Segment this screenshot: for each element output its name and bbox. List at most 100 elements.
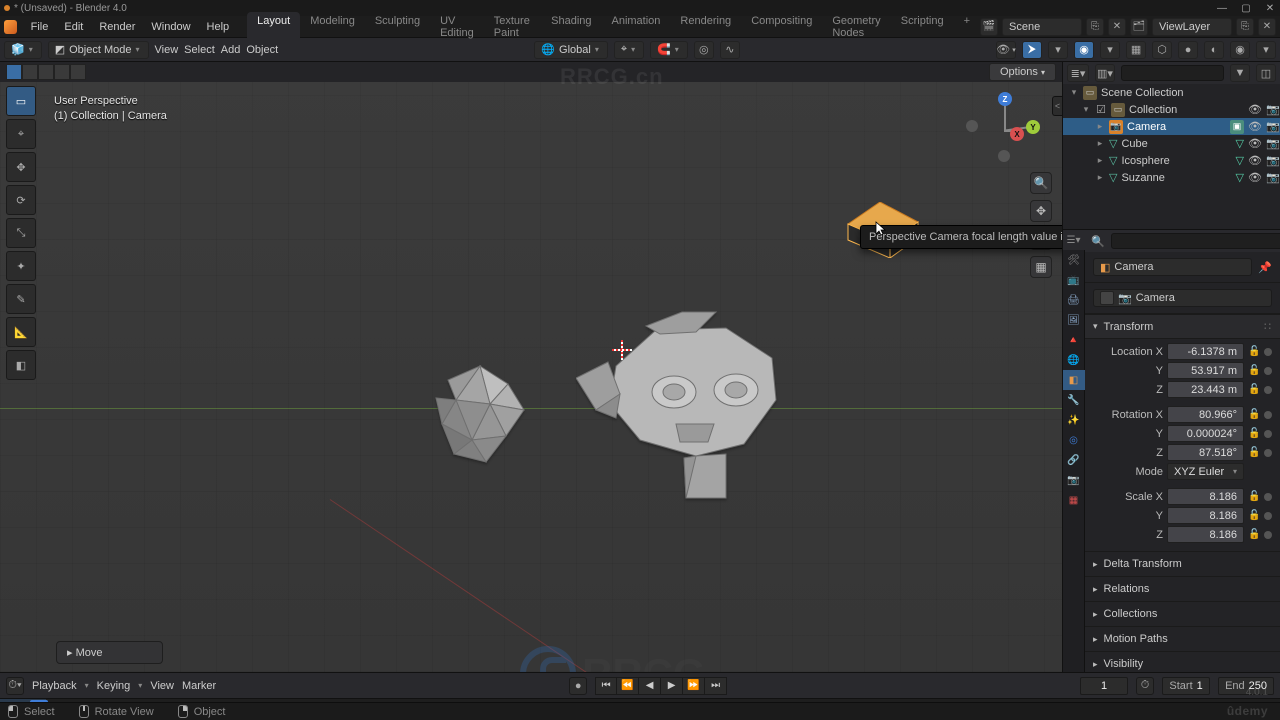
hide-icon[interactable]: 👁 — [1248, 154, 1262, 167]
tab-rendering[interactable]: Rendering — [670, 12, 741, 42]
field-location-y[interactable]: 53.917 m — [1167, 362, 1244, 379]
field-scale-y[interactable]: 8.186 — [1167, 507, 1244, 524]
keyframe-next-button[interactable]: ⏩ — [683, 677, 705, 695]
shading-solid[interactable]: ● — [1178, 41, 1198, 59]
proptab-particles[interactable]: ✨ — [1063, 410, 1085, 430]
section-delta-transform[interactable]: ▸Delta Transform — [1085, 551, 1280, 576]
lock-icon[interactable]: 🔓 — [1248, 365, 1260, 376]
outliner-item-icosphere[interactable]: ▸▽ Icosphere ▽ 👁📷 — [1063, 152, 1280, 169]
keyframe-prev-button[interactable]: ⏪ — [617, 677, 639, 695]
proptab-physics[interactable]: ◎ — [1063, 430, 1085, 450]
anim-dot[interactable] — [1264, 411, 1272, 419]
shading-matprev[interactable]: ◐ — [1204, 41, 1224, 59]
anim-dot[interactable] — [1264, 367, 1272, 375]
outliner-item-suzanne[interactable]: ▸▽ Suzanne ▽ 👁📷 — [1063, 169, 1280, 186]
autokey-record-button[interactable]: ● — [569, 677, 587, 695]
hide-icon[interactable]: 👁 — [1248, 120, 1262, 133]
snap-dropdown[interactable]: 🧲▾ — [650, 41, 688, 59]
outliner-scene-collection[interactable]: ▾▭ Scene Collection — [1063, 84, 1280, 101]
object-menu[interactable]: Object — [246, 44, 278, 56]
viewlayer-new-button[interactable]: ⎘ — [1236, 18, 1254, 36]
timeline-playback-menu[interactable]: Playback — [32, 680, 77, 692]
properties-search-input[interactable] — [1111, 233, 1280, 249]
tool-scale[interactable]: ⤡ — [6, 218, 36, 248]
visibility-dropdown[interactable]: 👁▾ — [996, 41, 1016, 59]
outliner-item-cube[interactable]: ▸▽ Cube ▽ 👁📷 — [1063, 135, 1280, 152]
last-operator-panel[interactable]: ▸ Move — [56, 641, 163, 664]
tool-cursor[interactable]: ⌖ — [6, 119, 36, 149]
tool-transform[interactable]: ✦ — [6, 251, 36, 281]
tool-move[interactable]: ✥ — [6, 152, 36, 182]
menu-file[interactable]: File — [23, 18, 57, 36]
nav-gizmo[interactable]: Z X Y — [970, 92, 1040, 162]
menu-window[interactable]: Window — [143, 18, 198, 36]
proptab-tool[interactable]: 🛠 — [1063, 250, 1085, 270]
render-toggle-icon[interactable]: 📷 — [1266, 137, 1280, 150]
field-scale-z[interactable]: 8.186 — [1167, 526, 1244, 543]
field-location-x[interactable]: -6.1378 m — [1167, 343, 1244, 360]
nav-persp-icon[interactable]: ▦ — [1030, 256, 1052, 278]
field-rotation-z[interactable]: 87.518° — [1167, 444, 1244, 461]
section-relations[interactable]: ▸Relations — [1085, 576, 1280, 601]
add-menu[interactable]: Add — [221, 44, 241, 56]
anim-dot[interactable] — [1264, 348, 1272, 356]
anim-dot[interactable] — [1264, 493, 1272, 501]
mode-dropdown[interactable]: ◩Object Mode▾ — [48, 41, 149, 59]
view-menu[interactable]: View — [155, 44, 179, 56]
proptab-scene[interactable]: 🔺 — [1063, 330, 1085, 350]
menu-render[interactable]: Render — [91, 18, 143, 36]
timeline-view-menu[interactable]: View — [150, 680, 174, 692]
tool-annotate[interactable]: ✎ — [6, 284, 36, 314]
hide-icon[interactable]: 👁 — [1248, 137, 1262, 150]
jump-end-button[interactable]: ⏭ — [705, 677, 727, 695]
menu-edit[interactable]: Edit — [56, 18, 91, 36]
icosphere-object[interactable] — [420, 358, 550, 478]
select-mode-extra[interactable] — [70, 64, 86, 80]
proptab-world[interactable]: 🌐 — [1063, 350, 1085, 370]
section-visibility[interactable]: ▸Visibility — [1085, 651, 1280, 672]
anim-dot[interactable] — [1264, 512, 1272, 520]
menu-help[interactable]: Help — [199, 18, 238, 36]
outliner-display-dropdown[interactable]: ▥▾ — [1095, 64, 1115, 82]
navgizmo-neg-y[interactable] — [966, 120, 978, 132]
tab-compositing[interactable]: Compositing — [741, 12, 822, 42]
lock-icon[interactable]: 🔓 — [1248, 447, 1260, 458]
props-editor-dropdown[interactable]: ☰▾ — [1063, 230, 1085, 250]
jump-start-button[interactable]: ⏮ — [595, 677, 617, 695]
gizmo-options[interactable]: ▾ — [1048, 41, 1068, 59]
current-frame-field[interactable]: 1 — [1080, 677, 1128, 695]
select-mode-tweak[interactable] — [6, 64, 22, 80]
section-motion-paths[interactable]: ▸Motion Paths — [1085, 626, 1280, 651]
anim-dot[interactable] — [1264, 386, 1272, 394]
xray-toggle[interactable]: ▦ — [1126, 41, 1146, 59]
render-toggle-icon[interactable]: 📷 — [1266, 171, 1280, 184]
tab-animation[interactable]: Animation — [602, 12, 671, 42]
tab-geometry-nodes[interactable]: Geometry Nodes — [822, 12, 890, 42]
lock-icon[interactable]: 🔓 — [1248, 384, 1260, 395]
render-toggle-icon[interactable]: 📷 — [1266, 103, 1280, 116]
outliner-collection[interactable]: ▾☑▭ Collection 👁📷 — [1063, 101, 1280, 118]
n-panel-handle[interactable]: < — [1052, 96, 1062, 116]
lock-icon[interactable]: 🔓 — [1248, 428, 1260, 439]
pin-icon[interactable]: 📌 — [1258, 261, 1272, 274]
anim-dot[interactable] — [1264, 430, 1272, 438]
select-mode-circle[interactable] — [38, 64, 54, 80]
section-collections[interactable]: ▸Collections — [1085, 601, 1280, 626]
select-mode-lasso[interactable] — [54, 64, 70, 80]
navgizmo-neg-z[interactable] — [998, 150, 1010, 162]
proptab-output[interactable]: 🖨 — [1063, 290, 1085, 310]
timeline-keying-menu[interactable]: Keying — [97, 680, 131, 692]
start-frame-field[interactable]: Start1 — [1162, 677, 1210, 695]
proptab-modifiers[interactable]: 🔧 — [1063, 390, 1085, 410]
timeline-editor-dropdown[interactable]: ⏱▾ — [6, 677, 24, 695]
editor-type-dropdown[interactable]: 🧊▾ — [4, 41, 42, 59]
shading-wireframe[interactable]: ⬡ — [1152, 41, 1172, 59]
anim-dot[interactable] — [1264, 449, 1272, 457]
hide-icon[interactable]: 👁 — [1248, 171, 1262, 184]
pivot-dropdown[interactable]: ⌖▾ — [614, 41, 644, 59]
tool-add-cube[interactable]: ◧ — [6, 350, 36, 380]
viewlayer-field[interactable]: ViewLayer — [1152, 18, 1232, 36]
proptab-object[interactable]: ◧ — [1063, 370, 1085, 390]
shading-options[interactable]: ▾ — [1256, 41, 1276, 59]
field-rotation-x[interactable]: 80.966° — [1167, 406, 1244, 423]
